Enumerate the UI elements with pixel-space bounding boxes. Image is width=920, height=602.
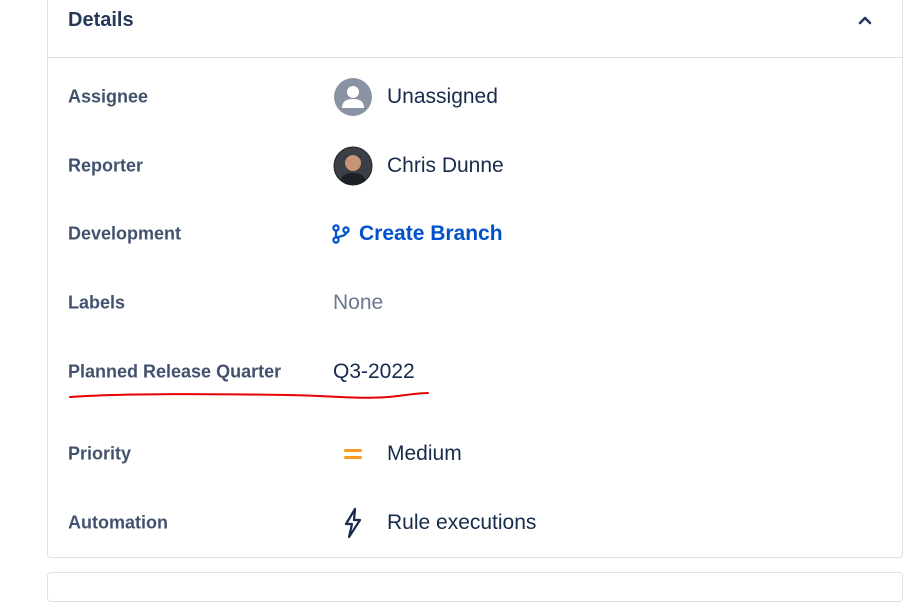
lightning-icon [333, 503, 373, 543]
development-value: Create Branch [331, 209, 503, 259]
details-panel: Details Assignee Unassigned Reporter Chr… [47, 0, 903, 558]
reporter-name: Chris Dunne [387, 154, 504, 177]
red-underline-annotation [69, 392, 429, 399]
priority-value[interactable]: Medium [333, 429, 462, 479]
chevron-up-icon[interactable] [856, 11, 874, 29]
reporter-label: Reporter [68, 155, 144, 176]
details-title: Details [68, 9, 134, 31]
details-header[interactable]: Details [48, 0, 902, 58]
development-label: Development [68, 223, 182, 244]
planned-release-quarter-label: Planned Release Quarter [68, 361, 282, 382]
labels-row: Labels None [48, 278, 904, 328]
automation-label: Automation [68, 512, 168, 533]
user-avatar [333, 146, 373, 186]
priority-label: Priority [68, 443, 132, 464]
planned-release-quarter-text: Q3-2022 [333, 360, 415, 383]
create-branch-link[interactable]: Create Branch [331, 222, 503, 246]
automation-row: Automation Rule executions [48, 498, 904, 548]
labels-value[interactable]: None [333, 278, 383, 328]
create-branch-label: Create Branch [359, 222, 503, 245]
automation-text: Rule executions [387, 511, 537, 534]
assignee-name: Unassigned [387, 85, 498, 108]
priority-text: Medium [387, 442, 462, 465]
reporter-value[interactable]: Chris Dunne [333, 141, 504, 191]
priority-row: Priority Medium [48, 429, 904, 479]
labels-none: None [333, 291, 384, 314]
assignee-row: Assignee Unassigned [48, 72, 904, 122]
assignee-label: Assignee [68, 86, 149, 107]
development-row: Development Create Branch [48, 209, 904, 259]
labels-label: Labels [68, 292, 126, 313]
reporter-row: Reporter Chris Dunne [48, 141, 904, 191]
assignee-value[interactable]: Unassigned [333, 72, 498, 122]
automation-value[interactable]: Rule executions [333, 498, 536, 548]
default-avatar-icon [333, 77, 373, 117]
branch-icon [332, 224, 350, 244]
priority-medium-icon [333, 434, 373, 474]
